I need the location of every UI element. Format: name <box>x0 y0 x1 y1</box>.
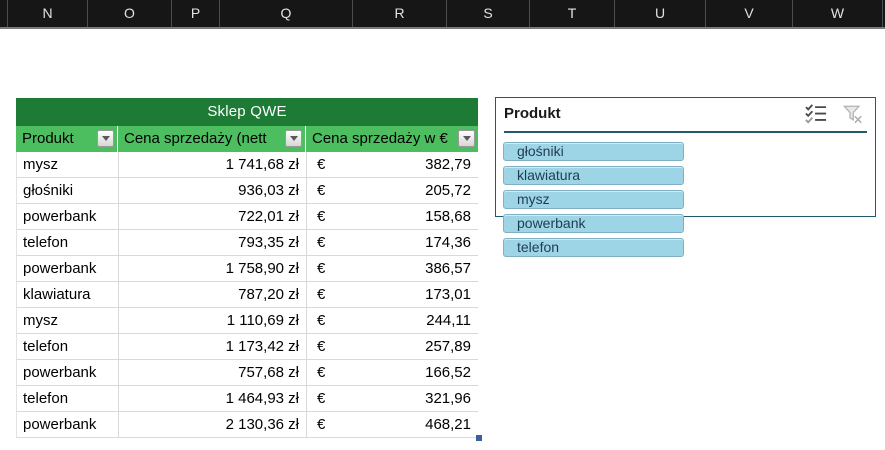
cell-currency-symbol[interactable]: € <box>306 308 341 333</box>
filter-dropdown-button[interactable] <box>285 130 302 147</box>
cell-cena-eur[interactable]: 166,52 <box>341 360 479 385</box>
cell-produkt[interactable]: powerbank <box>17 256 118 281</box>
column-header-bar: N O P Q R S T U V W <box>0 0 885 29</box>
cell-cena-eur[interactable]: 382,79 <box>341 152 479 177</box>
cell-cena-netto[interactable]: 787,20 zł <box>118 282 306 307</box>
cell-cena-netto[interactable]: 757,68 zł <box>118 360 306 385</box>
cell-currency-symbol[interactable]: € <box>306 412 341 437</box>
slicer-title: Produkt <box>504 105 561 122</box>
cell-currency-symbol[interactable]: € <box>306 256 341 281</box>
table-row: klawiatura 787,20 zł € 173,01 <box>16 282 478 308</box>
filter-arrow-icon <box>290 136 298 141</box>
cell-cena-netto[interactable]: 722,01 zł <box>118 204 306 229</box>
cell-currency-symbol[interactable]: € <box>306 386 341 411</box>
excel-table: Sklep QWE Produkt Cena sprzedaży (nett C… <box>16 98 478 438</box>
table-row: telefon 1 173,42 zł € 257,89 <box>16 334 478 360</box>
cell-cena-eur[interactable]: 244,11 <box>341 308 479 333</box>
cell-cena-netto[interactable]: 2 130,36 zł <box>118 412 306 437</box>
slicer-toolbar <box>803 103 865 125</box>
column-header[interactable]: V <box>706 0 793 27</box>
column-header[interactable]: O <box>88 0 172 27</box>
cell-currency-symbol[interactable]: € <box>306 334 341 359</box>
column-bar-stub <box>0 0 8 27</box>
produkt-slicer: Produkt głośniki klawiatura <box>495 97 876 217</box>
cell-produkt[interactable]: powerbank <box>17 204 118 229</box>
column-header[interactable]: S <box>447 0 530 27</box>
table-row: powerbank 757,68 zł € 166,52 <box>16 360 478 386</box>
cell-cena-netto[interactable]: 1 741,68 zł <box>118 152 306 177</box>
column-header[interactable]: R <box>353 0 447 27</box>
slicer-button[interactable]: telefon <box>503 238 684 257</box>
table-row: powerbank 2 130,36 zł € 468,21 <box>16 412 478 438</box>
table-row: telefon 1 464,93 zł € 321,96 <box>16 386 478 412</box>
cell-currency-symbol[interactable]: € <box>306 152 341 177</box>
table-row: powerbank 722,01 zł € 158,68 <box>16 204 478 230</box>
cell-cena-eur[interactable]: 468,21 <box>341 412 479 437</box>
header-label: Cena sprzedaży (nett <box>124 130 267 147</box>
cell-currency-symbol[interactable]: € <box>306 204 341 229</box>
column-header[interactable]: N <box>8 0 88 27</box>
column-header[interactable]: T <box>530 0 615 27</box>
table-title-cell[interactable]: Sklep QWE <box>16 98 478 126</box>
cell-cena-eur[interactable]: 205,72 <box>341 178 479 203</box>
cell-produkt[interactable]: powerbank <box>17 412 118 437</box>
slicer-button[interactable]: powerbank <box>503 214 684 233</box>
cell-cena-netto[interactable]: 1 758,90 zł <box>118 256 306 281</box>
slicer-header: Produkt <box>496 98 875 129</box>
table-row: mysz 1 741,68 zł € 382,79 <box>16 152 478 178</box>
cell-cena-netto[interactable]: 1 173,42 zł <box>118 334 306 359</box>
cell-cena-eur[interactable]: 257,89 <box>341 334 479 359</box>
slicer-button-list: głośniki klawiatura mysz powerbank telef… <box>496 142 875 257</box>
header-label: Produkt <box>22 130 74 147</box>
column-header[interactable]: U <box>615 0 706 27</box>
clear-filter-icon[interactable] <box>841 103 865 125</box>
cell-produkt[interactable]: klawiatura <box>17 282 118 307</box>
header-cell-cena-eur[interactable]: Cena sprzedaży w € <box>305 126 478 152</box>
slicer-button[interactable]: mysz <box>503 190 684 209</box>
cell-cena-eur[interactable]: 158,68 <box>341 204 479 229</box>
filter-arrow-icon <box>102 136 110 141</box>
header-cell-cena-netto[interactable]: Cena sprzedaży (nett <box>117 126 305 152</box>
cell-cena-eur[interactable]: 174,36 <box>341 230 479 255</box>
table-resize-handle[interactable] <box>476 435 482 441</box>
cell-cena-netto[interactable]: 793,35 zł <box>118 230 306 255</box>
cell-currency-symbol[interactable]: € <box>306 282 341 307</box>
slicer-button[interactable]: głośniki <box>503 142 684 161</box>
cell-produkt[interactable]: mysz <box>17 308 118 333</box>
multi-select-icon[interactable] <box>803 103 829 125</box>
column-header[interactable]: W <box>793 0 883 27</box>
slicer-button[interactable]: klawiatura <box>503 166 684 185</box>
cell-produkt[interactable]: głośniki <box>17 178 118 203</box>
cell-cena-netto[interactable]: 1 110,69 zł <box>118 308 306 333</box>
cell-produkt[interactable]: telefon <box>17 230 118 255</box>
spreadsheet-canvas: N O P Q R S T U V W Sklep QWE <box>0 0 885 450</box>
cell-currency-symbol[interactable]: € <box>306 360 341 385</box>
cell-produkt[interactable]: mysz <box>17 152 118 177</box>
column-letters: N O P Q R S T U V W <box>8 0 885 27</box>
filter-arrow-icon <box>463 136 471 141</box>
cell-cena-netto[interactable]: 1 464,93 zł <box>118 386 306 411</box>
cell-currency-symbol[interactable]: € <box>306 230 341 255</box>
table-header-row: Produkt Cena sprzedaży (nett Cena sprzed… <box>16 126 478 152</box>
cell-produkt[interactable]: telefon <box>17 334 118 359</box>
column-header[interactable]: P <box>172 0 220 27</box>
header-cell-produkt[interactable]: Produkt <box>16 126 117 152</box>
cell-produkt[interactable]: telefon <box>17 386 118 411</box>
table-row: głośniki 936,03 zł € 205,72 <box>16 178 478 204</box>
column-header[interactable]: Q <box>220 0 353 27</box>
table-body: mysz 1 741,68 zł € 382,79 głośniki 936,0… <box>16 152 478 438</box>
slicer-divider <box>504 131 867 133</box>
cell-cena-eur[interactable]: 173,01 <box>341 282 479 307</box>
filter-dropdown-button[interactable] <box>97 130 114 147</box>
cell-produkt[interactable]: powerbank <box>17 360 118 385</box>
cell-cena-netto[interactable]: 936,03 zł <box>118 178 306 203</box>
header-label: Cena sprzedaży w € <box>312 130 448 147</box>
table-row: mysz 1 110,69 zł € 244,11 <box>16 308 478 334</box>
cell-currency-symbol[interactable]: € <box>306 178 341 203</box>
table-row: telefon 793,35 zł € 174,36 <box>16 230 478 256</box>
filter-dropdown-button[interactable] <box>458 130 475 147</box>
table-row: powerbank 1 758,90 zł € 386,57 <box>16 256 478 282</box>
cell-cena-eur[interactable]: 321,96 <box>341 386 479 411</box>
cell-cena-eur[interactable]: 386,57 <box>341 256 479 281</box>
